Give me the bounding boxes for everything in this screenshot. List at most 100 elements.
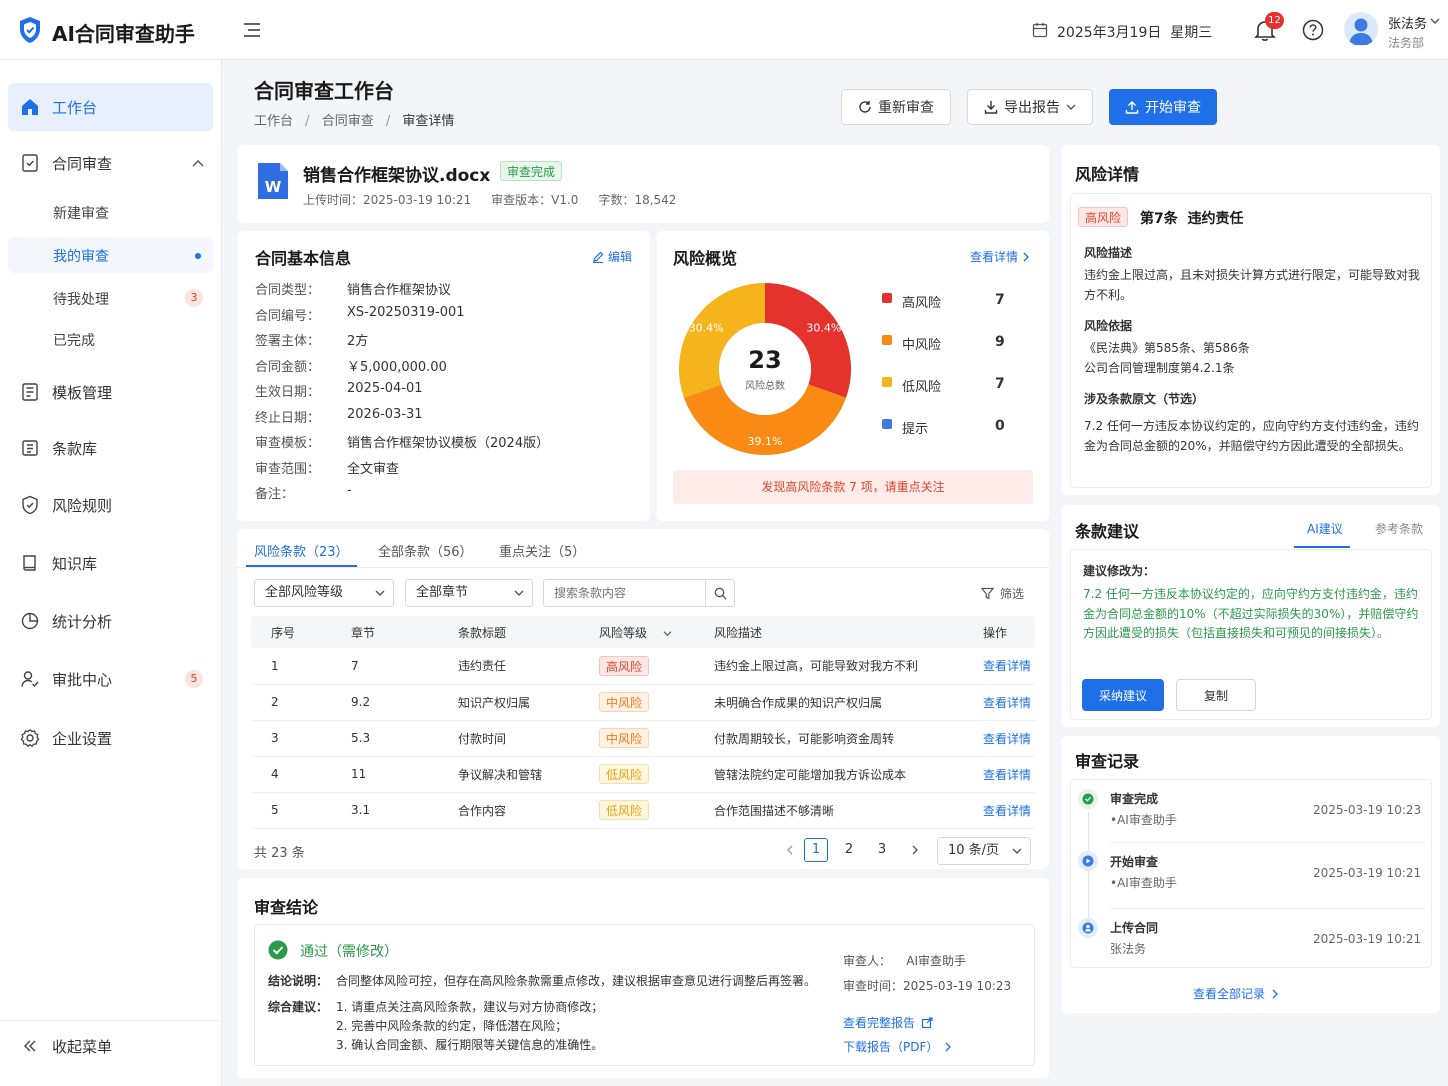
view-detail-link[interactable]: 查看详情 — [983, 732, 1031, 746]
menu-toggle-icon[interactable] — [243, 22, 261, 38]
sidebar-subitem-my-reviews[interactable]: 我的审查 — [8, 237, 213, 273]
view-detail-link[interactable]: 查看详情 — [983, 696, 1031, 710]
chevron-right-icon — [945, 1042, 952, 1051]
sidebar: 工作台 合同审查 新建审查 我的审查 待我处理 3 已完成 模板管理 条款库 风… — [0, 60, 222, 1086]
legend-label-high: 高风险 — [902, 296, 942, 311]
prev-page-button[interactable] — [778, 838, 802, 862]
legend-swatch-high — [882, 293, 892, 303]
suggestion-text: 7.2 任何一方违反本协议约定的，应向守约方支付违约金，违约金为合同总金额的10… — [1083, 587, 1419, 640]
sidebar-subitem-completed[interactable]: 已完成 — [8, 321, 213, 357]
tab-ai-suggestion[interactable]: AI建议 — [1307, 520, 1343, 537]
page-2[interactable]: 2 — [837, 838, 861, 862]
clause-search-input[interactable] — [543, 579, 705, 607]
search-button[interactable] — [705, 579, 735, 607]
section-title: 审查结论 — [254, 898, 319, 917]
collapse-menu-button[interactable]: 收起菜单 — [8, 1022, 213, 1070]
sidebar-item-clause-library[interactable]: 条款库 — [8, 424, 213, 472]
review-scope: 全文审查 — [347, 462, 400, 477]
home-icon — [20, 97, 40, 117]
start-review-button[interactable]: 开始审查 — [1109, 89, 1217, 125]
sidebar-item-knowledge-base[interactable]: 知识库 — [8, 539, 213, 587]
template-icon — [20, 382, 40, 402]
view-detail-link[interactable]: 查看详情 — [983, 804, 1031, 818]
suggestion-card: 条款建议 AI建议 参考条款 建议修改为： 7.2 任何一方违反本协议约定的，应… — [1061, 505, 1440, 727]
copy-button[interactable]: 复制 — [1176, 679, 1256, 711]
record-title: 上传合同 — [1110, 921, 1159, 935]
table-row: 1 7 违约责任 高风险 违约金上限过高，可能导致对我方不利 查看详情 — [251, 648, 1035, 685]
clause-table: 序号 章节 条款标题 风险等级 风险描述 操作 1 7 违约责任 高风险 违约金上限过高… — [251, 616, 1035, 829]
help-icon[interactable] — [1302, 19, 1324, 41]
signing-parties: 2方 — [347, 334, 369, 349]
chapter-select[interactable]: 全部章节 — [405, 579, 533, 607]
tab-risk-clauses[interactable]: 风险条款（23） — [254, 541, 349, 560]
page-1[interactable]: 1 — [804, 838, 828, 862]
sidebar-item-workbench[interactable]: 工作台 — [8, 83, 213, 131]
chevron-down-icon — [1066, 104, 1076, 110]
risk-level-tag: 中风险 — [599, 728, 650, 748]
section-title: 风险概览 — [673, 249, 738, 268]
risk-level-select[interactable]: 全部风险等级 — [254, 579, 394, 607]
risk-level-tag: 低风险 — [599, 764, 650, 784]
download-icon — [984, 101, 998, 114]
review-template-link[interactable]: 销售合作框架协议模板（2024版） — [347, 432, 549, 451]
breadcrumb-item[interactable]: 合同审查 — [322, 114, 374, 129]
full-report-link[interactable]: 查看完整报告 — [843, 1014, 933, 1031]
col-level[interactable]: 风险等级 — [579, 616, 694, 648]
view-detail-link[interactable]: 查看详情 — [983, 768, 1031, 782]
avatar[interactable] — [1344, 12, 1378, 46]
export-report-button[interactable]: 导出报告 — [967, 89, 1093, 125]
legend-swatch-tip — [882, 419, 892, 429]
cell-level: 中风险 — [579, 684, 694, 721]
chevron-right-icon — [912, 845, 918, 855]
pending-badge: 3 — [185, 289, 203, 307]
sidebar-item-contract-review[interactable]: 合同审查 — [8, 139, 213, 187]
cell-no: 4 — [251, 756, 331, 793]
review-time: 审查时间：2025-03-19 10:23 — [843, 979, 1012, 993]
sidebar-item-enterprise-settings[interactable]: 企业设置 — [8, 714, 213, 762]
legend-count-mid: 9 — [995, 334, 1005, 350]
risk-level-tag: 高风险 — [1078, 207, 1129, 227]
chevron-right-icon — [1023, 252, 1029, 261]
tab-focus-clauses[interactable]: 重点关注（5） — [499, 541, 585, 560]
legend-count-tip: 0 — [995, 418, 1005, 434]
sidebar-item-risk-rules[interactable]: 风险规则 — [8, 481, 213, 529]
sidebar-divider — [0, 1020, 222, 1021]
download-pdf-link[interactable]: 下载报告（PDF） — [843, 1038, 952, 1055]
status-badge: 审查完成 — [500, 161, 563, 181]
risk-description: 违约金上限过高，且未对损失计算方式进行限定，可能导致对我方不利。 — [1084, 268, 1421, 302]
breadcrumb-current: 审查详情 — [402, 114, 455, 129]
next-page-button[interactable] — [903, 838, 927, 862]
breadcrumb-item[interactable]: 工作台 — [254, 114, 293, 129]
donut-percent-label: 39.1% — [748, 435, 783, 448]
cell-desc: 管辖法院约定可能增加我方诉讼成本 — [694, 756, 963, 793]
page-size-select[interactable]: 10 条/页 — [937, 837, 1031, 865]
risk-detail-card: 风险详情 高风险 第7条 违约责任 风险描述 违约金上限过高，且未对损失计算方式… — [1061, 145, 1440, 495]
page-title: 合同审查工作台 — [254, 79, 394, 103]
adopt-suggestion-button[interactable]: 采纳建议 — [1082, 679, 1164, 711]
sidebar-subitem-pending[interactable]: 待我处理 3 — [8, 280, 213, 316]
edit-link[interactable]: 编辑 — [592, 248, 632, 265]
filter-button[interactable]: 筛选 — [981, 585, 1024, 602]
sidebar-item-approval-center[interactable]: 审批中心 5 — [8, 655, 213, 703]
chevron-down-icon[interactable] — [1430, 17, 1440, 25]
file-name: 销售合作框架协议.docx — [303, 166, 491, 186]
notification-badge: 12 — [1265, 12, 1284, 29]
cell-desc: 未明确合作成果的知识产权归属 — [694, 684, 963, 721]
risk-detail-link[interactable]: 查看详情 — [970, 248, 1030, 265]
all-records-link[interactable]: 查看全部记录 — [1193, 985, 1279, 1002]
col-title: 条款标题 — [438, 616, 579, 648]
cell-no: 3 — [251, 720, 331, 757]
user-name: 张法务 — [1388, 17, 1428, 32]
tab-all-clauses[interactable]: 全部条款（56） — [378, 541, 473, 560]
tab-reference-clause[interactable]: 参考条款 — [1375, 520, 1423, 537]
external-link-icon — [921, 1016, 933, 1028]
page-3[interactable]: 3 — [870, 838, 894, 862]
view-detail-link[interactable]: 查看详情 — [983, 659, 1031, 673]
sidebar-item-templates[interactable]: 模板管理 — [8, 368, 213, 416]
sidebar-item-statistics[interactable]: 统计分析 — [8, 597, 213, 645]
cell-no: 1 — [251, 648, 331, 685]
breadcrumb: 工作台 / 合同审查 / 审查详情 — [254, 114, 455, 129]
col-desc: 风险描述 — [694, 616, 963, 648]
rereview-button[interactable]: 重新审查 — [841, 89, 951, 125]
sidebar-subitem-new-review[interactable]: 新建审查 — [8, 194, 213, 230]
